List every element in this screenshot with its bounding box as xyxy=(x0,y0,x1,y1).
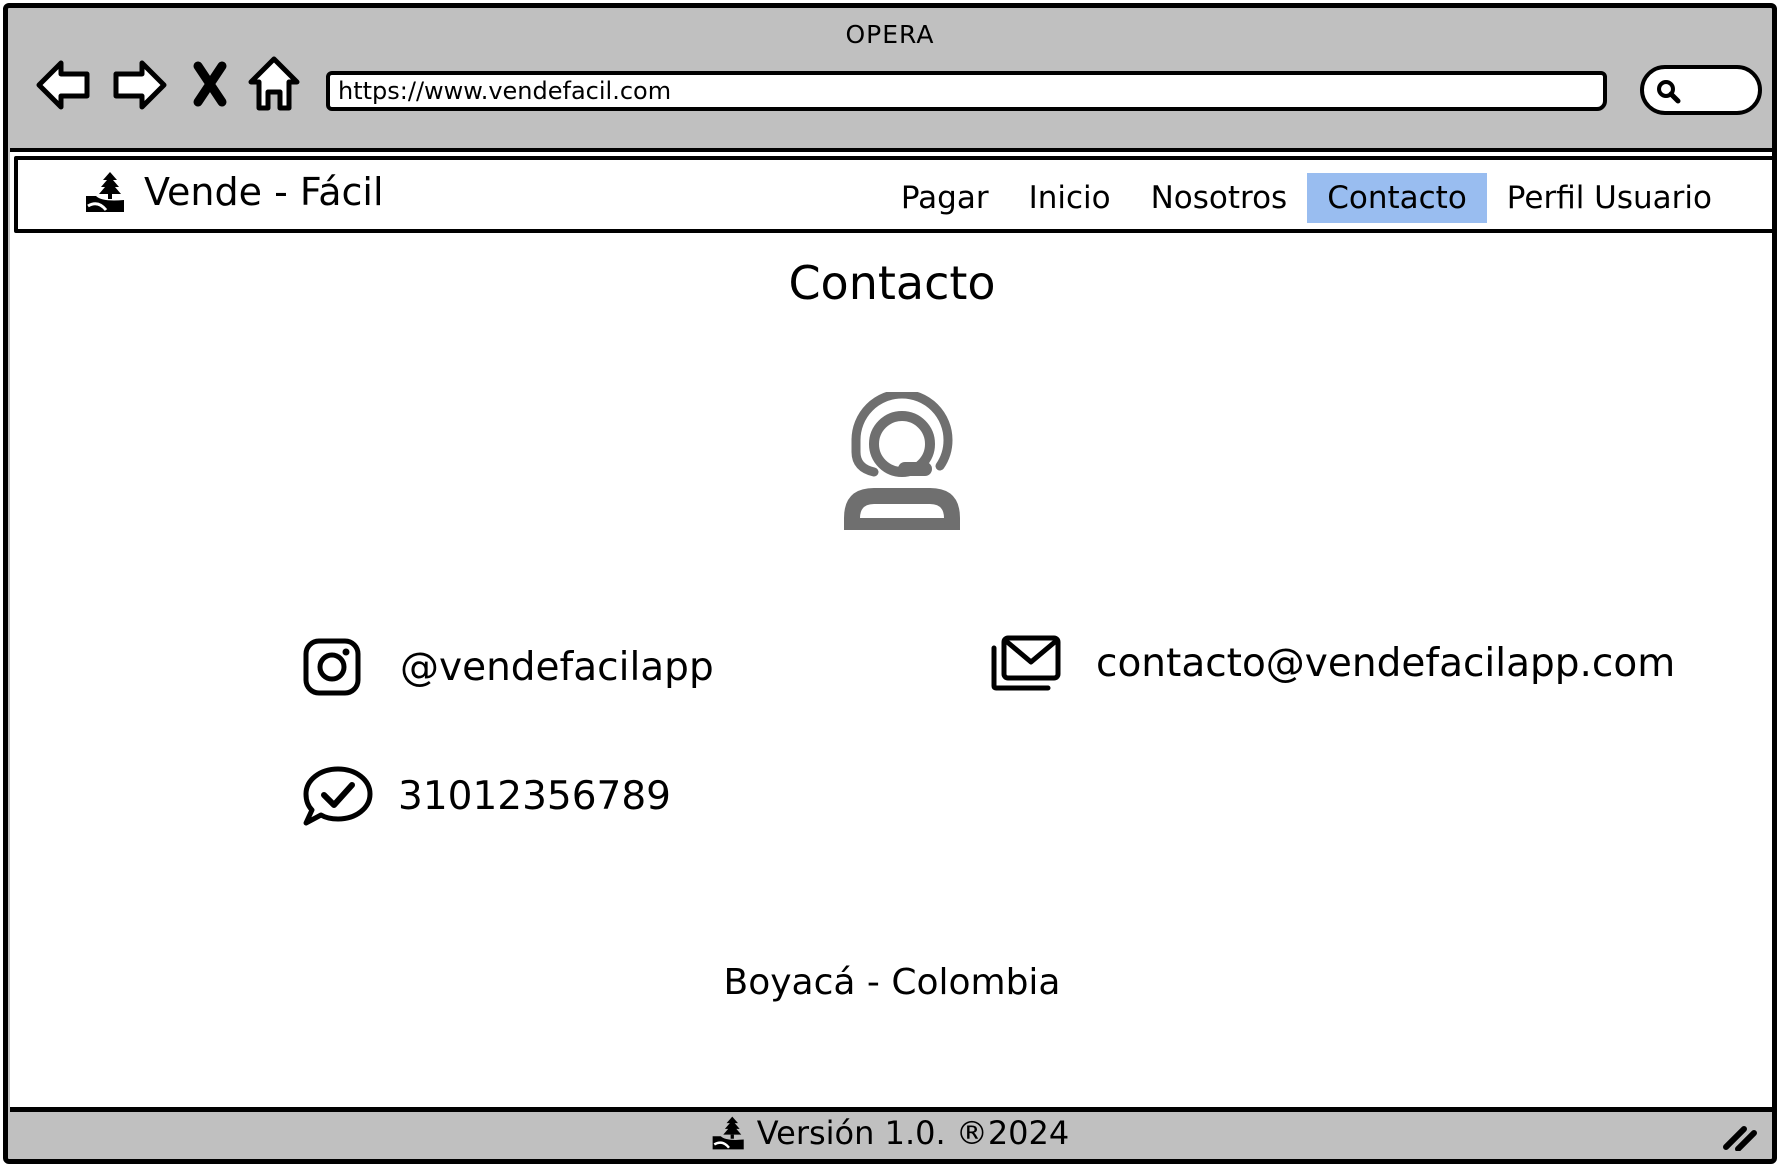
phone-number: 31012356789 xyxy=(398,773,671,819)
browser-search-box[interactable] xyxy=(1640,65,1762,115)
email-address: contacto@vendefacilapp.com xyxy=(1096,640,1676,686)
instagram-contact[interactable]: @vendefacilapp xyxy=(302,637,714,697)
email-icon xyxy=(991,635,1061,691)
back-arrow-icon[interactable] xyxy=(33,54,95,116)
page-content: Vende - Fácil Pagar Inicio Nosotros Cont… xyxy=(10,148,1772,1112)
url-bar[interactable]: https://www.vendefacil.com xyxy=(326,71,1607,111)
page-title: Contacto xyxy=(788,256,996,310)
instagram-handle: @vendefacilapp xyxy=(400,644,714,690)
main-menu: Pagar Inicio Nosotros Contacto Perfil Us… xyxy=(881,173,1732,223)
search-icon xyxy=(1657,80,1681,104)
brand-name: Vende - Fácil xyxy=(144,170,384,214)
menu-item-contacto[interactable]: Contacto xyxy=(1307,173,1487,223)
menu-item-pagar[interactable]: Pagar xyxy=(881,173,1009,223)
resize-handle-icon[interactable] xyxy=(1722,1121,1758,1151)
whatsapp-contact[interactable]: 31012356789 xyxy=(302,765,671,827)
menu-item-perfil-usuario[interactable]: Perfil Usuario xyxy=(1487,173,1732,223)
whatsapp-icon xyxy=(303,766,373,826)
home-icon[interactable] xyxy=(246,54,302,116)
menu-item-nosotros[interactable]: Nosotros xyxy=(1131,173,1308,223)
menu-item-inicio[interactable]: Inicio xyxy=(1009,173,1131,223)
logo-icon xyxy=(86,172,124,212)
site-navbar: Vende - Fácil Pagar Inicio Nosotros Cont… xyxy=(14,156,1772,233)
instagram-icon xyxy=(303,638,361,696)
support-agent-icon xyxy=(844,392,960,530)
browser-window: OPERA https://www.vendefacil.com Vende -… xyxy=(3,3,1777,1164)
email-contact[interactable]: contacto@vendefacilapp.com xyxy=(990,634,1675,692)
footer: Versión 1.0. ®2024 xyxy=(8,1107,1772,1159)
footer-version: Versión 1.0. ®2024 xyxy=(756,1114,1070,1152)
forward-arrow-icon[interactable] xyxy=(108,54,170,116)
footer-logo-icon xyxy=(712,1116,744,1150)
browser-title: OPERA xyxy=(845,20,935,49)
close-icon[interactable] xyxy=(190,54,230,116)
location-text: Boyacá - Colombia xyxy=(723,962,1061,1003)
brand[interactable]: Vende - Fácil xyxy=(84,170,384,214)
